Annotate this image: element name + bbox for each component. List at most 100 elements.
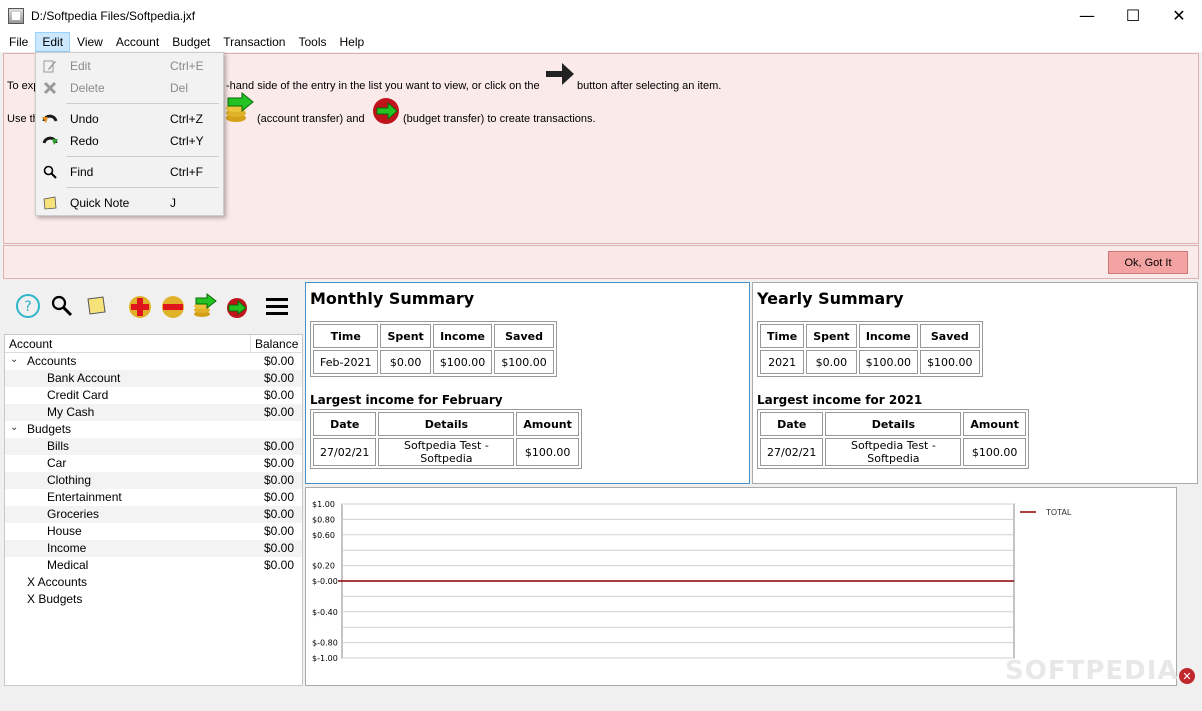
tree-row[interactable]: X Accounts — [5, 574, 302, 591]
tree-row-balance: $0.00 — [263, 473, 294, 487]
tree-row[interactable]: Income $0.00 — [5, 540, 302, 557]
yearly-largest-table: Date Details Amount 27/02/21 Softpedia T… — [757, 409, 1029, 469]
legend-label: TOTAL — [1045, 508, 1072, 517]
edit-menu-dropdown: Edit Ctrl+E Delete Del Undo Ctrl+Z Redo … — [35, 52, 224, 216]
menu-item-quick-note[interactable]: Quick Note J — [36, 192, 223, 214]
menu-edit[interactable]: Edit — [35, 31, 71, 52]
cell-income: $100.00 — [432, 350, 493, 374]
tree-row-balance: $0.00 — [263, 405, 294, 419]
tip-line-1-end: button after selecting an item. — [577, 80, 722, 92]
menu-view[interactable]: View — [71, 32, 109, 52]
tree-row[interactable]: X Budgets — [5, 591, 302, 608]
monthly-summary-panel: Monthly Summary Time Spent Income Saved … — [305, 282, 750, 484]
arrow-right-icon — [546, 63, 574, 85]
tree-row-label: My Cash — [47, 405, 95, 419]
edit-icon — [42, 58, 58, 74]
menu-item-redo[interactable]: Redo Ctrl+Y — [36, 130, 223, 152]
cell-spent: $0.00 — [806, 350, 857, 374]
tree-row-label: Income — [47, 541, 87, 555]
menu-item-find[interactable]: Find Ctrl+F — [36, 161, 223, 183]
y-tick-label: $0.60 — [312, 531, 335, 540]
app-icon — [8, 7, 24, 24]
maximize-button[interactable]: ☐ — [1110, 0, 1156, 31]
tree-row[interactable]: Credit Card $0.00 — [5, 387, 302, 404]
tip-line-1-mid: -hand side of the entry in the list you … — [226, 80, 540, 92]
cell-time: 2021 — [760, 350, 805, 374]
tree-row-balance: $0.00 — [263, 456, 294, 470]
menu-bar: File Edit View Account Budget Transactio… — [0, 31, 1202, 52]
tree-row-label: Budgets — [27, 422, 72, 436]
quick-note-icon[interactable] — [82, 292, 110, 320]
tree-row-label: X Budgets — [27, 592, 83, 606]
add-transaction-icon[interactable] — [126, 292, 154, 320]
close-circle-icon[interactable]: ✕ — [1179, 668, 1195, 684]
header-time: Time — [313, 324, 379, 348]
menu-tools[interactable]: Tools — [292, 32, 332, 52]
menu-item-edit[interactable]: Edit Ctrl+E — [36, 55, 223, 77]
tree-row[interactable]: ⌄ Accounts $0.00 — [5, 353, 302, 370]
tree-row-label: Entertainment — [47, 490, 122, 504]
menu-budget[interactable]: Budget — [166, 32, 216, 52]
budget-transfer-button-icon[interactable] — [223, 292, 251, 320]
header-date: Date — [313, 412, 377, 436]
y-tick-label: $-0.00 — [312, 577, 338, 586]
budget-transfer-icon — [373, 98, 399, 124]
tree-row[interactable]: Clothing $0.00 — [5, 472, 302, 489]
tree-row-balance: $0.00 — [263, 524, 294, 538]
tree-row-balance: $0.00 — [263, 507, 294, 521]
y-tick-label: $0.80 — [312, 515, 335, 524]
menu-account[interactable]: Account — [110, 32, 165, 52]
account-transfer-button-icon[interactable] — [191, 292, 219, 320]
column-account[interactable]: Account — [9, 337, 52, 351]
menu-item-undo[interactable]: Undo Ctrl+Z — [36, 108, 223, 130]
search-icon[interactable] — [48, 292, 76, 320]
y-tick-label: $-0.80 — [312, 639, 338, 648]
tree-row[interactable]: My Cash $0.00 — [5, 404, 302, 421]
minimize-button[interactable]: — — [1064, 0, 1110, 31]
softpedia-watermark: SOFTPEDIA — [1005, 656, 1179, 686]
tree-row[interactable]: Medical $0.00 — [5, 557, 302, 574]
tree-row-balance: $0.00 — [263, 354, 294, 368]
tree-row[interactable]: Entertainment $0.00 — [5, 489, 302, 506]
y-tick-label: $-0.40 — [312, 608, 338, 617]
menu-help[interactable]: Help — [334, 32, 371, 52]
cell-saved: $100.00 — [920, 350, 980, 374]
help-icon[interactable]: ? — [14, 292, 42, 320]
tree-row[interactable]: Car $0.00 — [5, 455, 302, 472]
tree-row[interactable]: Bills $0.00 — [5, 438, 302, 455]
tree-row[interactable]: Groceries $0.00 — [5, 506, 302, 523]
tree-row[interactable]: ⌄ Budgets — [5, 421, 302, 438]
yearly-summary-table: Time Spent Income Saved 2021 $0.00 $100.… — [757, 321, 983, 377]
hamburger-menu-icon[interactable] — [263, 292, 291, 320]
cell-spent: $0.00 — [380, 350, 431, 374]
tree-row-label: Bank Account — [47, 371, 121, 385]
note-icon — [42, 195, 58, 211]
yearly-summary-title: Yearly Summary — [757, 289, 904, 308]
tree-row-label: Accounts — [27, 354, 77, 368]
tree-row-label: Groceries — [47, 507, 100, 521]
monthly-largest-table: Date Details Amount 27/02/21 Softpedia T… — [310, 409, 582, 469]
menu-transaction[interactable]: Transaction — [217, 32, 291, 52]
tree-header: Account Balance — [5, 335, 302, 353]
cell-amount: $100.00 — [516, 438, 579, 466]
header-time: Time — [760, 324, 805, 348]
chevron-down-icon[interactable]: ⌄ — [10, 422, 18, 433]
tree-row-balance: $0.00 — [263, 388, 294, 402]
column-balance[interactable]: Balance — [255, 337, 298, 351]
tree-row[interactable]: House $0.00 — [5, 523, 302, 540]
tree-row-label: House — [47, 524, 82, 538]
tree-row-label: Bills — [47, 439, 70, 453]
toolbar: ? — [6, 288, 296, 326]
tip-line-2-mid: (account transfer) and — [257, 113, 365, 125]
remove-transaction-icon[interactable] — [159, 292, 187, 320]
close-button[interactable]: ✕ — [1156, 0, 1202, 31]
yearly-summary-panel: Yearly Summary Time Spent Income Saved 2… — [752, 282, 1198, 484]
tree-row[interactable]: Bank Account $0.00 — [5, 370, 302, 387]
menu-item-delete[interactable]: Delete Del — [36, 77, 223, 99]
cell-income: $100.00 — [858, 350, 919, 374]
ok-got-it-button[interactable]: Ok, Got It — [1108, 251, 1188, 274]
chevron-down-icon[interactable]: ⌄ — [10, 354, 18, 365]
account-tree: Account Balance ⌄ Accounts $0.00 Bank Accou… — [4, 334, 303, 686]
header-income: Income — [858, 324, 919, 348]
menu-file[interactable]: File — [3, 32, 34, 52]
